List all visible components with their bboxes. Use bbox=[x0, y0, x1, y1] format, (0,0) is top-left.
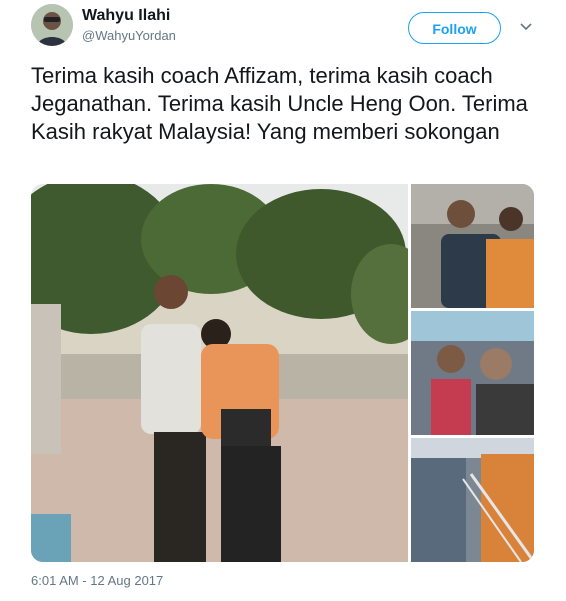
photo-2[interactable] bbox=[411, 184, 534, 308]
tweet-media-grid[interactable] bbox=[31, 184, 534, 562]
chevron-down-icon[interactable] bbox=[518, 18, 534, 34]
tweet-timestamp[interactable]: 6:01 AM - 12 Aug 2017 bbox=[31, 573, 163, 588]
photo-3[interactable] bbox=[411, 311, 534, 435]
media-photos bbox=[31, 184, 534, 562]
author-name[interactable]: Wahyu Ilahi bbox=[82, 7, 170, 25]
photo-4[interactable] bbox=[411, 438, 534, 562]
follow-button[interactable]: Follow bbox=[408, 12, 501, 44]
avatar[interactable] bbox=[31, 4, 73, 46]
author-handle[interactable]: @WahyuYordan bbox=[82, 28, 176, 43]
main-photo[interactable] bbox=[31, 184, 431, 562]
tweet-text: Terima kasih coach Affizam, terima kasih… bbox=[31, 63, 528, 144]
user-avatar-photo bbox=[31, 4, 73, 46]
